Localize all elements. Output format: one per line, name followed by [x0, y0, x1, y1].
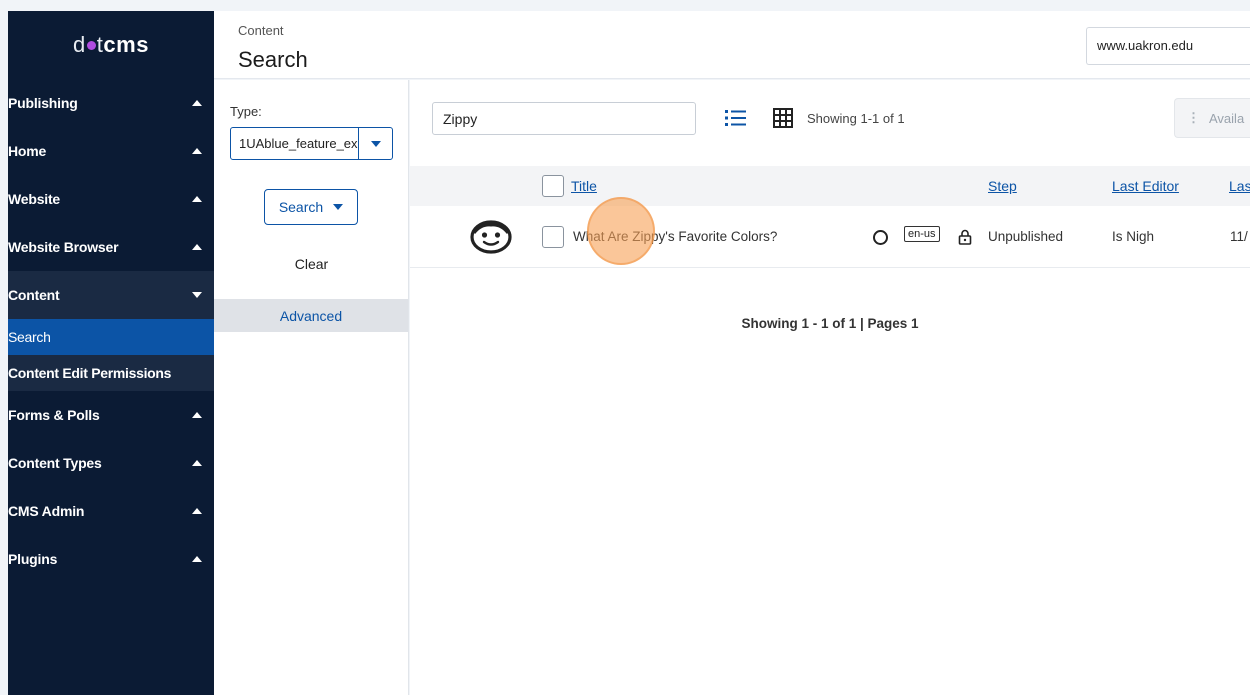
sidebar-subitem-content-edit-permissions[interactable]: Content Edit Permissions — [8, 355, 214, 391]
content-type-value: 1UAblue_feature_ex — [239, 136, 358, 151]
sidebar-item-label: Forms & Polls — [8, 407, 100, 423]
sidebar-subitem-search[interactable]: Search — [8, 319, 214, 355]
type-label: Type: — [230, 104, 262, 119]
sidebar-item-cms-admin[interactable]: CMS Admin — [8, 487, 214, 535]
search-filters-panel: Type: 1UAblue_feature_ex Search Clear Ad… — [214, 80, 409, 695]
page-title: Search — [238, 47, 308, 72]
sidebar-item-label: Publishing — [8, 95, 78, 111]
caret-up-icon — [192, 196, 202, 202]
search-button-label: Search — [278, 199, 324, 215]
search-button[interactable]: Search — [264, 189, 358, 225]
caret-up-icon — [192, 100, 202, 106]
caret-up-icon — [192, 244, 202, 250]
more-vertical-icon: ⋮ — [1187, 110, 1200, 125]
row-step: Unpublished — [988, 229, 1064, 244]
content-type-select[interactable]: 1UAblue_feature_ex — [230, 127, 393, 160]
status-circle-icon — [873, 230, 888, 245]
sidebar-item-label: CMS Admin — [8, 503, 85, 519]
logo-text-d: d — [73, 32, 86, 57]
available-actions-label: Availa — [1209, 110, 1245, 126]
lock-icon — [958, 229, 972, 245]
row-checkbox[interactable] — [542, 226, 564, 248]
table-header: Title Step Last Editor Las — [410, 166, 1250, 206]
sidebar-subitem-label: Content Edit Permissions — [8, 365, 172, 381]
content-type-icon — [470, 220, 512, 254]
sidebar-item-label: Website — [8, 191, 61, 207]
site-selector[interactable]: www.uakron.edu — [1086, 27, 1250, 65]
sidebar-item-website[interactable]: Website — [8, 175, 214, 223]
column-step[interactable]: Step — [988, 178, 1017, 194]
results-panel: Showing 1-1 of 1 ⋮ Availa Title Step Las… — [410, 80, 1250, 695]
breadcrumb[interactable]: Content — [238, 23, 284, 38]
column-last-editor[interactable]: Last Editor — [1112, 178, 1179, 194]
list-view-icon[interactable] — [724, 107, 748, 129]
sidebar-item-label: Website Browser — [8, 239, 119, 255]
caret-up-icon — [192, 148, 202, 154]
clear-button[interactable]: Clear — [214, 256, 409, 272]
page-header: Content Search www.uakron.edu — [214, 11, 1250, 79]
grid-view-icon[interactable] — [772, 107, 794, 129]
sidebar-item-label: Content — [8, 287, 60, 303]
content-type-dropdown-button[interactable] — [358, 128, 392, 159]
row-last-editor: Is Nigh — [1112, 229, 1155, 244]
chevron-down-icon — [333, 204, 344, 210]
sidebar-item-home[interactable]: Home — [8, 127, 214, 175]
advanced-toggle[interactable]: Advanced — [214, 299, 408, 332]
sidebar: d t cms Publishing Home Website Website Br… — [8, 11, 214, 695]
caret-up-icon — [192, 412, 202, 418]
pagination-summary: Showing 1 - 1 of 1 | Pages 1 — [741, 316, 919, 331]
caret-up-icon — [192, 508, 202, 514]
dotcms-logo[interactable]: d t cms — [8, 11, 214, 79]
select-all-checkbox[interactable] — [542, 175, 564, 197]
results-count: Showing 1-1 of 1 — [807, 111, 905, 126]
sidebar-item-label: Home — [8, 143, 47, 159]
language-badge: en-us — [904, 226, 940, 242]
sidebar-item-publishing[interactable]: Publishing — [8, 79, 214, 127]
search-query-input[interactable] — [432, 102, 696, 135]
logo-text-cms: cms — [103, 32, 149, 57]
sidebar-item-content[interactable]: Content — [8, 271, 214, 319]
sidebar-item-website-browser[interactable]: Website Browser — [8, 223, 214, 271]
table-row[interactable]: What Are Zippy's Favorite Colors? en-us … — [410, 206, 1250, 268]
sidebar-item-forms-polls[interactable]: Forms & Polls — [8, 391, 214, 439]
sidebar-item-label: Content Types — [8, 455, 102, 471]
sidebar-subitem-label: Search — [8, 329, 51, 345]
row-last-modified: 11/ — [1230, 229, 1248, 244]
sidebar-item-plugins[interactable]: Plugins — [8, 535, 214, 583]
logo-dot — [86, 40, 96, 50]
row-title[interactable]: What Are Zippy's Favorite Colors? — [573, 229, 777, 244]
column-title[interactable]: Title — [571, 178, 597, 194]
caret-up-icon — [192, 460, 202, 466]
available-actions-button[interactable]: ⋮ Availa — [1174, 98, 1250, 138]
column-last-modified[interactable]: Las — [1229, 178, 1250, 194]
caret-up-icon — [192, 556, 202, 562]
sidebar-item-content-types[interactable]: Content Types — [8, 439, 214, 487]
logo-text-t: t — [96, 32, 104, 57]
caret-down-icon — [192, 292, 202, 298]
sidebar-item-label: Plugins — [8, 551, 58, 567]
chevron-down-icon — [370, 140, 381, 147]
